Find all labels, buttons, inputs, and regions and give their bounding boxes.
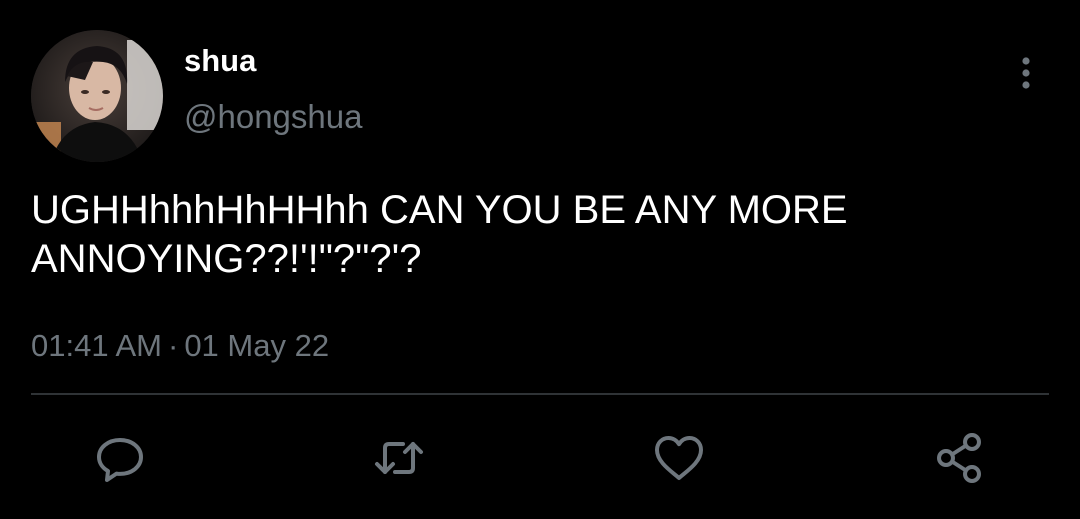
tweet-timestamp: 01:41 AM · 01 May 22 (31, 327, 329, 365)
heart-icon (655, 436, 703, 480)
more-vertical-icon[interactable] (1012, 54, 1040, 94)
tweet-detail: shua @hongshua UGHHhhhHhHHhh CAN YOU BE … (0, 0, 1080, 519)
meta-separator: · (167, 328, 179, 363)
divider (31, 393, 1049, 395)
share-icon (937, 433, 981, 483)
author-name[interactable]: shua (184, 43, 256, 79)
tweet-date[interactable]: 01 May 22 (184, 328, 329, 363)
retweet-button[interactable] (371, 430, 427, 486)
like-button[interactable] (651, 430, 707, 486)
tweet-text: UGHHhhhHhHHhh CAN YOU BE ANY MORE ANNOYI… (31, 186, 1031, 284)
author-handle[interactable]: @hongshua (184, 98, 362, 136)
retweet-icon (375, 442, 423, 474)
share-button[interactable] (932, 430, 988, 486)
reply-icon (97, 438, 143, 482)
avatar-photo (31, 30, 163, 162)
reply-button[interactable] (92, 430, 148, 486)
tweet-text-line: UGHHhhhHhHHhh CAN YOU BE ANY MORE (31, 188, 848, 232)
tweet-text-line: ANNOYING??!'!"?"?'? (31, 237, 422, 281)
tweet-time: 01:41 AM (31, 328, 162, 363)
avatar[interactable] (31, 30, 163, 162)
